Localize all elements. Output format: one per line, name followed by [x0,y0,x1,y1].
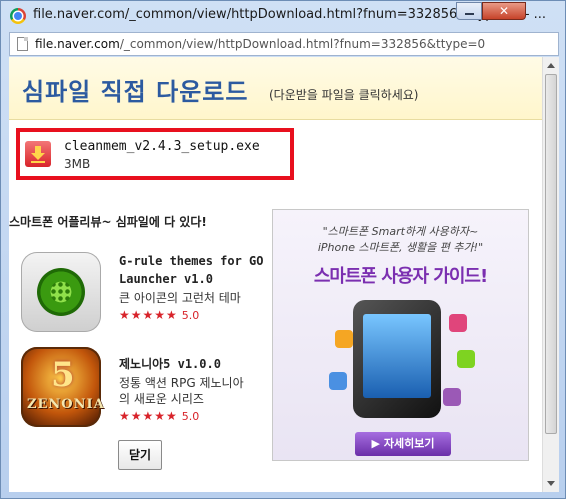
app-desc: 정통 액션 RPG 제노니아 [119,376,244,390]
page-subtitle: (다운받을 파일을 클릭하세요) [269,88,419,102]
app-rating: ★★★★★ 5.0 [119,308,199,322]
zenonia-icon-text: ZENONIA [27,397,105,412]
file-size: 3MB [64,157,91,171]
ad-more-button[interactable]: ▶ 자세히보기 [355,432,451,456]
rating-value: 5.0 [181,309,200,322]
popup-window: file.naver.com/_common/view/httpDownload… [0,0,566,499]
download-icon-base [31,161,45,163]
app-item[interactable]: G-rule themes for GO Launcher v1.0 큰 아이콘… [21,252,266,342]
scroll-down-arrow-icon[interactable] [543,476,559,492]
smartphone-illustration [353,300,441,418]
ad-quote: "스마트폰 Smart하게 사용하자~ iPhone 스마트폰, 생활을 편 추… [273,224,528,256]
ad-banner[interactable]: "스마트폰 Smart하게 사용하자~ iPhone 스마트폰, 생활을 편 추… [272,209,529,461]
app-bubble-icon [335,330,353,348]
app-bubble-icon [443,388,461,406]
minimize-button[interactable] [456,2,482,20]
zenonia-app-icon[interactable]: 5 ZENONIA [21,347,104,427]
url-path: /_common/view/httpDownload.html?fnum=332… [119,37,486,51]
app-bubble-icon [329,372,347,390]
ad-quote-line: "스마트폰 Smart하게 사용하자~ [322,225,479,238]
address-bar[interactable]: file.naver.com/_common/view/httpDownload… [9,32,559,56]
header: 심파일 직접 다운로드 (다운받을 파일을 클릭하세요) [9,57,542,120]
star-icons: ★★★★★ [119,409,178,423]
grule-app-icon[interactable] [21,252,101,332]
rating-value: 5.0 [181,410,200,423]
chrome-icon [10,8,26,24]
scroll-up-arrow-icon[interactable] [543,57,559,73]
title-bar[interactable]: file.naver.com/_common/view/httpDownload… [1,1,566,31]
scroll-thumb[interactable] [545,74,557,434]
app-rating: ★★★★★ 5.0 [119,409,199,423]
page-icon [17,37,28,51]
ad-headline: 스마트폰 사용자 가이드! [313,266,488,287]
vertical-scrollbar[interactable] [542,57,559,492]
app-item[interactable]: 5 ZENONIA 제노니아5 v1.0.0 정통 액션 RPG 제노니아 의 … [21,347,266,437]
close-button[interactable]: 닫기 [118,440,162,470]
app-name[interactable]: 제노니아5 v1.0.0 [119,355,269,373]
app-bubble-icon [457,350,475,368]
ad-quote-line: iPhone 스마트폰, 생활을 편 추가!" [317,241,484,254]
download-icon [25,141,51,167]
close-window-button[interactable]: ✕ [482,2,526,20]
app-bubble-icon [449,314,467,332]
page-title: 심파일 직접 다운로드 [22,77,249,106]
url-host: file.naver.com [35,37,120,51]
file-name[interactable]: cleanmem_v2.4.3_setup.exe [64,139,260,154]
app-desc: 의 새로운 시리즈 [119,392,204,406]
url[interactable]: file.naver.com/_common/view/httpDownload… [35,37,485,51]
phone-screen [363,314,431,398]
zenonia-icon-numeral: 5 [51,355,75,395]
app-desc: 큰 아이콘의 고런처 테마 [119,291,241,305]
download-file-link[interactable]: cleanmem_v2.4.3_setup.exe 3MB [16,128,294,180]
page-content: 심파일 직접 다운로드 (다운받을 파일을 클릭하세요) cleanmem_v2… [9,57,542,492]
promo-title: 스마트폰 어플리뷰~ 심파일에 다 있다! [9,215,207,229]
app-name[interactable]: G-rule themes for GO Launcher v1.0 [119,252,269,288]
star-icons: ★★★★★ [119,308,178,322]
